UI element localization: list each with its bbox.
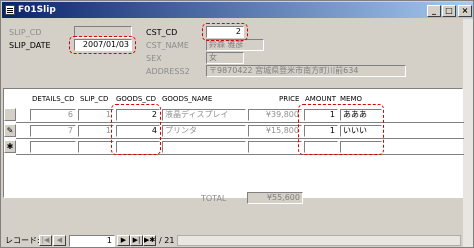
row-selector-new-icon[interactable]: ✱: [4, 140, 16, 153]
table-cell-details-cd[interactable]: [30, 141, 76, 153]
table-cell-goods-name[interactable]: [162, 141, 246, 153]
table-cell-amount[interactable]: 1: [304, 109, 338, 121]
row-divider: [16, 138, 464, 139]
slip-cd-label: SLIP_CD: [9, 28, 42, 37]
first-record-icon[interactable]: |◀: [39, 235, 52, 246]
new-record-icon[interactable]: ▶✱: [143, 235, 156, 246]
table-cell-price[interactable]: [248, 141, 302, 153]
row-divider: [16, 154, 464, 155]
address2-label: ADDRESS2: [146, 67, 190, 76]
form-window: F01Slip _ □ × SLIP_CD SLIP_DATE 2007/01/…: [0, 0, 474, 248]
details-subform: DETAILS_CD SLIP_CD GOODS_CD GOODS_NAME P…: [3, 88, 464, 198]
col-memo: MEMO: [340, 95, 363, 103]
table-cell-memo[interactable]: あああ: [340, 109, 382, 121]
window-title: F01Slip: [18, 5, 56, 15]
col-goods-cd: GOODS_CD: [116, 95, 157, 103]
table-cell-price[interactable]: ¥39,800: [248, 109, 302, 121]
col-goods-name: GOODS_NAME: [162, 95, 213, 103]
sex-field[interactable]: 女: [206, 52, 244, 64]
table-cell-goods-name[interactable]: プリンタ: [162, 125, 246, 137]
cst-name-field[interactable]: 鈴森 雅彦: [206, 39, 264, 51]
table-cell-goods-cd[interactable]: 4: [116, 125, 160, 137]
minimize-button[interactable]: _: [427, 5, 441, 17]
table-cell-memo[interactable]: いいい: [340, 125, 382, 137]
table-cell-goods-cd[interactable]: 2: [116, 109, 160, 121]
col-details-cd: DETAILS_CD: [32, 95, 75, 103]
form-icon: [5, 5, 15, 15]
row-divider: [16, 122, 464, 123]
record-count: / 21: [159, 236, 175, 245]
next-record-icon[interactable]: ▶: [117, 235, 130, 246]
last-record-icon[interactable]: ▶|: [130, 235, 143, 246]
slip-cd-field[interactable]: [74, 26, 132, 38]
row-selector[interactable]: [4, 108, 16, 121]
slip-date-field[interactable]: 2007/01/03: [74, 39, 132, 51]
table-cell-amount[interactable]: 1: [304, 125, 338, 137]
current-record-field[interactable]: 1: [69, 235, 115, 247]
table-cell-memo[interactable]: [340, 141, 382, 153]
maximize-button[interactable]: □: [442, 5, 456, 17]
vertical-scrollbar[interactable]: [463, 19, 473, 247]
table-cell-slip-cd[interactable]: 1: [78, 109, 114, 121]
cst-cd-label: CST_CD: [146, 28, 178, 37]
table-cell-slip-cd[interactable]: [78, 141, 114, 153]
table-cell-goods-name[interactable]: 液晶ディスプレイ: [162, 109, 246, 121]
total-label: TOTAL: [201, 194, 227, 203]
col-slip-cd: SLIP_CD: [80, 95, 109, 103]
horizontal-scrollbar[interactable]: [177, 235, 461, 246]
cst-name-label: CST_NAME: [146, 41, 189, 50]
table-cell-details-cd[interactable]: 7: [30, 125, 76, 137]
table-cell-goods-cd[interactable]: [116, 141, 160, 153]
row-selector-edit-icon[interactable]: ✎: [4, 124, 16, 137]
close-button[interactable]: ×: [458, 5, 472, 17]
table-cell-price[interactable]: ¥15,800: [248, 125, 302, 137]
prev-record-icon[interactable]: ◀: [53, 235, 66, 246]
table-cell-slip-cd[interactable]: 1: [78, 125, 114, 137]
record-nav-label: レコード:: [5, 236, 40, 245]
address2-field[interactable]: 〒9870422 宮城県登米市南方町川前634: [206, 65, 406, 77]
cst-cd-field[interactable]: 2: [206, 26, 244, 38]
sex-label: SEX: [146, 54, 162, 63]
col-amount: AMOUNT: [305, 95, 336, 103]
total-field[interactable]: ¥55,600: [247, 192, 303, 204]
table-cell-details-cd[interactable]: 6: [30, 109, 76, 121]
title-bar: F01Slip _ □ ×: [2, 2, 473, 18]
slip-date-label: SLIP_DATE: [9, 41, 51, 50]
col-price: PRICE: [279, 95, 300, 103]
table-cell-amount[interactable]: [304, 141, 338, 153]
